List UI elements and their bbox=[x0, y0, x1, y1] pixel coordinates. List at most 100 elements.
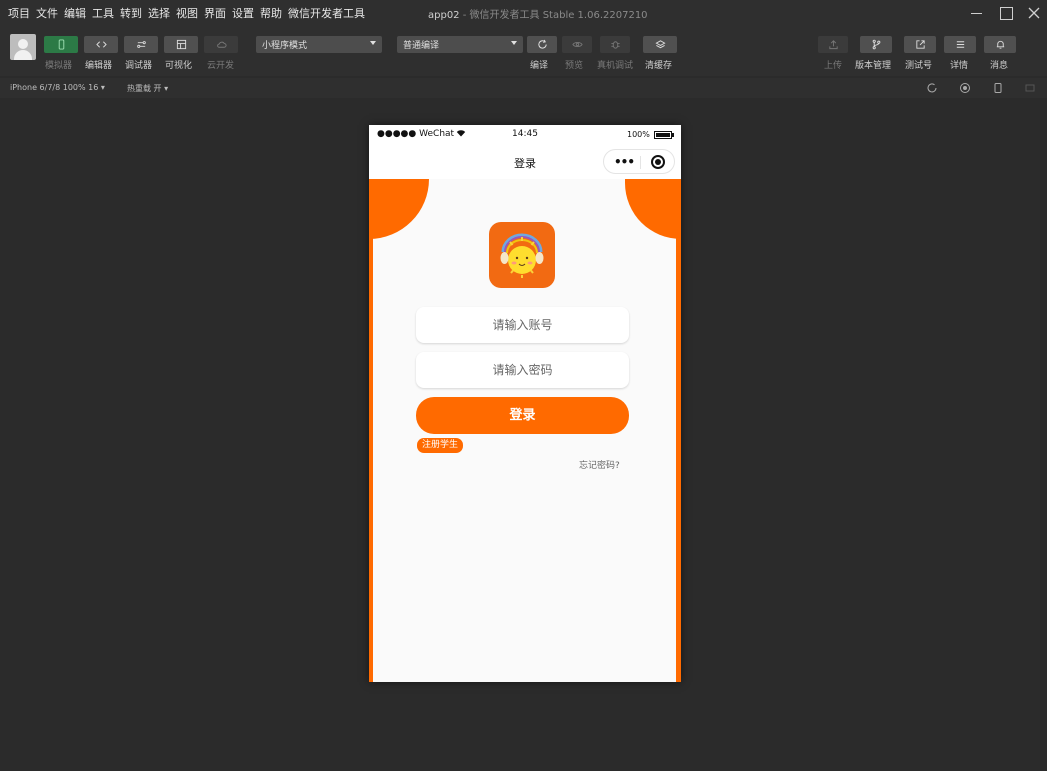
preview-button[interactable] bbox=[562, 36, 592, 53]
code-icon bbox=[95, 41, 107, 48]
project-name: app02 bbox=[428, 10, 460, 21]
simulator-button[interactable] bbox=[44, 36, 78, 53]
app-version: - 微信开发者工具 Stable 1.06.2207210 bbox=[459, 10, 648, 21]
battery-level bbox=[656, 133, 670, 137]
carrier-label: ●●●●● WeChat bbox=[377, 129, 466, 139]
simulator-bar: iPhone 6/7/8 100% 16 ▾ 热重载 开 ▾ bbox=[0, 78, 1047, 98]
version-control-button[interactable] bbox=[860, 36, 892, 53]
menu-item-view[interactable]: 视图 bbox=[176, 5, 198, 21]
menu-icon bbox=[956, 41, 964, 48]
debugger-label: 调试器 bbox=[125, 61, 153, 71]
version-control-label: 版本管理 bbox=[855, 61, 892, 71]
menu-item-goto[interactable]: 转到 bbox=[120, 5, 142, 21]
login-button[interactable]: 登录 bbox=[416, 397, 629, 434]
minimize-icon bbox=[970, 12, 982, 14]
bug-icon bbox=[610, 41, 620, 49]
battery-percent: 100% bbox=[627, 130, 650, 139]
details-label: 详情 bbox=[950, 61, 969, 71]
menu-item-devtools[interactable]: 微信开发者工具 bbox=[288, 5, 365, 21]
record-icon[interactable] bbox=[959, 82, 971, 94]
visual-button[interactable] bbox=[164, 36, 198, 53]
menu-item-tools[interactable]: 工具 bbox=[92, 5, 114, 21]
refresh-icon bbox=[537, 39, 547, 49]
test-account-label: 测试号 bbox=[905, 61, 933, 71]
decor-edge-left bbox=[369, 179, 373, 682]
phone-icon bbox=[58, 39, 64, 50]
upload-button[interactable] bbox=[818, 36, 848, 53]
menu-item-settings[interactable]: 设置 bbox=[232, 5, 254, 21]
maximize-icon bbox=[999, 6, 1013, 20]
minimize-button[interactable] bbox=[966, 3, 986, 23]
messages-button[interactable] bbox=[984, 36, 1016, 53]
account-input[interactable] bbox=[416, 307, 629, 343]
mp-nav-bar: 登录 ••• bbox=[369, 145, 681, 179]
mode-select[interactable]: 小程序模式 bbox=[256, 36, 382, 53]
close-button[interactable] bbox=[1024, 3, 1044, 23]
forgot-password-link[interactable]: 忘记密码? bbox=[579, 458, 620, 471]
mode-select-value: 小程序模式 bbox=[262, 41, 308, 51]
window-title: app02 - 微信开发者工具 Stable 1.06.2207210 bbox=[428, 6, 648, 21]
cloud-button[interactable] bbox=[204, 36, 238, 53]
decor-corner-right bbox=[625, 179, 681, 239]
editor-label: 编辑器 bbox=[85, 61, 113, 71]
external-icon bbox=[915, 40, 925, 49]
clear-cache-button[interactable] bbox=[643, 36, 677, 53]
clear-cache-label: 清缓存 bbox=[645, 61, 673, 71]
simulator-screen: ●●●●● WeChat 14:45 100% 登录 ••• 请输入账号 登录 … bbox=[369, 125, 681, 682]
password-input[interactable] bbox=[416, 352, 629, 388]
window-icon[interactable] bbox=[1024, 82, 1036, 94]
menu-item-project[interactable]: 项目 bbox=[8, 5, 30, 21]
device-icon[interactable] bbox=[992, 82, 1004, 94]
upload-label: 上传 bbox=[824, 61, 843, 71]
refresh-icon[interactable] bbox=[926, 82, 938, 94]
simulator-label: 模拟器 bbox=[45, 61, 73, 71]
messages-label: 消息 bbox=[990, 61, 1009, 71]
maximize-button[interactable] bbox=[996, 3, 1016, 23]
capsule-divider bbox=[640, 156, 641, 169]
upload-icon bbox=[828, 40, 838, 50]
test-account-button[interactable] bbox=[904, 36, 936, 53]
compile-select-value: 普通编译 bbox=[403, 41, 440, 51]
menu-item-help[interactable]: 帮助 bbox=[260, 5, 282, 21]
menu-item-interface[interactable]: 界面 bbox=[204, 5, 226, 21]
phone-time: 14:45 bbox=[512, 129, 538, 139]
menu-item-edit[interactable]: 编辑 bbox=[64, 5, 86, 21]
close-icon bbox=[1028, 7, 1040, 19]
app-logo bbox=[489, 222, 555, 288]
wifi-icon bbox=[456, 130, 466, 137]
carrier-text: ●●●●● WeChat bbox=[377, 129, 455, 139]
decor-edge-right bbox=[676, 179, 681, 682]
debugger-button[interactable] bbox=[124, 36, 158, 53]
sun-logo-icon bbox=[500, 233, 544, 278]
chevron-down-icon bbox=[370, 41, 376, 45]
device-select[interactable]: iPhone 6/7/8 100% 16 ▾ bbox=[10, 83, 105, 92]
mp-capsule: ••• bbox=[603, 149, 675, 174]
eye-icon bbox=[571, 41, 583, 48]
register-button[interactable]: 注册学生 bbox=[417, 438, 464, 453]
cloud-icon bbox=[216, 41, 227, 48]
visual-label: 可视化 bbox=[165, 61, 193, 71]
preview-label: 预览 bbox=[565, 61, 584, 71]
compile-button[interactable] bbox=[527, 36, 557, 53]
layout-icon bbox=[176, 39, 186, 50]
title-bar: 项目 文件 编辑 工具 转到 选择 视图 界面 设置 帮助 微信开发者工具 ap… bbox=[0, 0, 1047, 26]
menu-item-select[interactable]: 选择 bbox=[148, 5, 170, 21]
remote-debug-button[interactable] bbox=[600, 36, 630, 53]
chevron-down-icon bbox=[511, 41, 517, 45]
compile-select[interactable]: 普通编译 bbox=[397, 36, 523, 53]
debug-icon bbox=[136, 41, 146, 48]
hot-reload-select[interactable]: 热重载 开 ▾ bbox=[127, 83, 168, 94]
compile-label: 编译 bbox=[530, 61, 549, 71]
cloud-label: 云开发 bbox=[207, 61, 235, 71]
editor-button[interactable] bbox=[84, 36, 118, 53]
menu-bar: 项目 文件 编辑 工具 转到 选择 视图 界面 设置 帮助 微信开发者工具 bbox=[0, 5, 371, 21]
battery-icon bbox=[654, 131, 674, 139]
menu-item-file[interactable]: 文件 bbox=[36, 5, 58, 21]
close-mp-icon[interactable] bbox=[651, 155, 665, 169]
toolbar: 模拟器 编辑器 调试器 可视化 云开发 小程序模式 普通编译 编译 预览 真机调… bbox=[0, 26, 1047, 76]
more-icon[interactable]: ••• bbox=[614, 155, 635, 169]
details-button[interactable] bbox=[944, 36, 976, 53]
phone-status-bar: ●●●●● WeChat 14:45 100% bbox=[369, 125, 681, 145]
user-avatar[interactable] bbox=[10, 34, 36, 60]
remote-debug-label: 真机调试 bbox=[597, 61, 634, 71]
